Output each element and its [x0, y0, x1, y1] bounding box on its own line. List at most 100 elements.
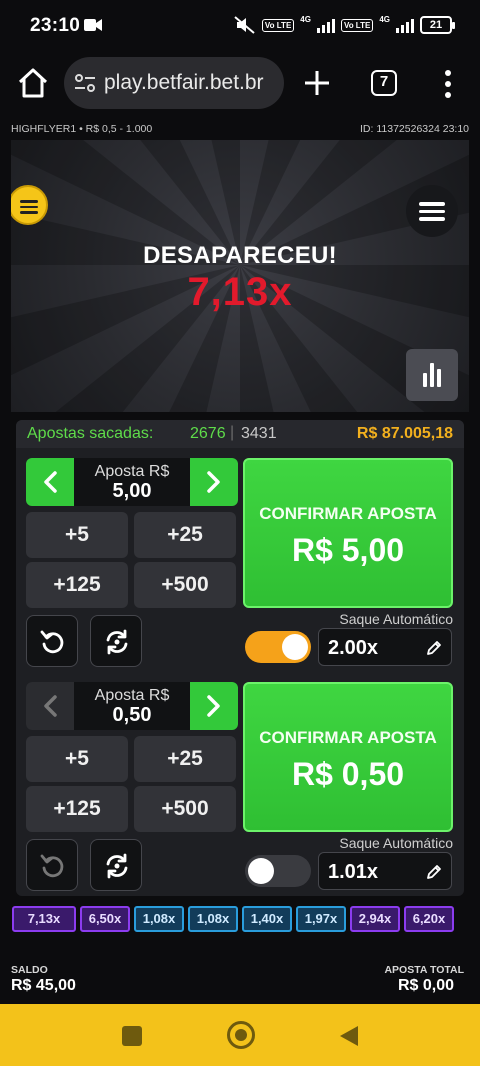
undo-icon	[40, 854, 64, 878]
hamburger-menu-button[interactable]	[406, 185, 458, 237]
auto-cashout-label: Saque Automático	[339, 835, 453, 851]
bet-slot-2: Aposta R$ 0,50 +5 +25 +125 +500 CONFIRMA…	[16, 680, 464, 904]
quick-add-500-button[interactable]: +500	[134, 786, 236, 832]
history-chip: 2,94x	[350, 906, 400, 932]
auto-cashout-value: 2.00x	[328, 637, 379, 659]
confirm-bet-amount: R$ 5,00	[291, 532, 405, 568]
network-type-2: 4G	[379, 14, 390, 24]
round-result-title: DESAPARECEU!	[143, 242, 337, 269]
auto-cashout-toggle[interactable]	[245, 631, 311, 663]
url-text: play.betfair.bet.br	[104, 71, 264, 94]
stake-label: Aposta R$	[94, 463, 170, 480]
game-info-line: HIGHFLYER1 • R$ 0,5 - 1.000 ID: 11372526…	[0, 114, 480, 140]
pencil-icon[interactable]	[425, 863, 443, 881]
recent-apps-icon[interactable]	[122, 1026, 142, 1046]
cashout-label: Apostas sacadas:	[27, 425, 154, 442]
bar-chart-icon	[423, 363, 441, 387]
crash-multiplier: 7,13x	[187, 270, 293, 314]
game-name-limits: HIGHFLYER1 • R$ 0,5 - 1.000	[11, 123, 153, 135]
stake-value[interactable]: 0,50	[74, 704, 190, 727]
total-bet-value: R$ 0,00	[397, 977, 454, 994]
chevron-left-icon	[44, 695, 57, 717]
mute-icon	[234, 16, 255, 34]
total-bets: 3431	[241, 425, 277, 442]
auto-cashout-input[interactable]: 2.00x	[318, 628, 452, 666]
history-chip: 7,13x	[12, 906, 76, 932]
confirm-bet-button[interactable]: CONFIRMAR APOSTA R$ 0,50	[243, 682, 453, 832]
increase-stake-button[interactable]	[190, 458, 238, 506]
history-chip: 6,50x	[80, 906, 130, 932]
confirm-bet-label: CONFIRMAR APOSTA	[259, 504, 437, 523]
auto-cashout-value: 1.01x	[328, 861, 379, 883]
repeat-icon	[106, 629, 128, 655]
total-money: R$ 87.005,18	[356, 425, 453, 442]
auto-bet-button[interactable]	[90, 615, 142, 667]
system-navigation-bar	[0, 1004, 480, 1066]
balance-footer: SALDO R$ 45,00 APOSTA TOTAL R$ 0,00	[0, 958, 480, 1004]
auto-cashout-input[interactable]: 1.01x	[318, 852, 452, 890]
confirm-bet-button[interactable]: CONFIRMAR APOSTA R$ 5,00	[243, 458, 453, 608]
auto-bet-button[interactable]	[90, 839, 142, 891]
bet-slot-1: Aposta R$ 5,00 +5 +25 +125 +500 CONFIRMA…	[16, 456, 464, 680]
quick-add-5-button[interactable]: +5	[26, 512, 128, 558]
history-chip: 1,40x	[242, 906, 292, 932]
home-icon[interactable]	[16, 66, 50, 100]
quick-add-500-button[interactable]: +500	[134, 562, 236, 608]
quick-add-5-button[interactable]: +5	[26, 736, 128, 782]
bet-panel: Apostas sacadas: 2676 | 3431 R$ 87.005,1…	[16, 420, 464, 896]
quick-add-125-button[interactable]: +125	[26, 786, 128, 832]
battery-icon: 21	[420, 16, 455, 34]
clock: 23:10	[30, 15, 81, 36]
history-chip: 1,08x	[134, 906, 184, 932]
pencil-icon[interactable]	[425, 639, 443, 657]
decrease-stake-button[interactable]	[26, 458, 74, 506]
undo-icon	[40, 630, 64, 654]
signal-icon	[396, 17, 414, 33]
history-chip: 1,97x	[296, 906, 346, 932]
balance-value: R$ 45,00	[11, 977, 76, 994]
confirm-bet-label: CONFIRMAR APOSTA	[259, 728, 437, 747]
history-chip: 1,08x	[188, 906, 238, 932]
home-circle-icon[interactable]	[227, 1021, 255, 1049]
quick-add-125-button[interactable]: +125	[26, 562, 128, 608]
network-type-1: 4G	[300, 14, 311, 24]
history-chip: 6,20x	[404, 906, 454, 932]
stake-value[interactable]: 5,00	[74, 480, 190, 503]
status-icons: Vo LTE 4G Vo LTE 4G 21	[234, 14, 455, 34]
stake-label: Aposta R$	[94, 687, 170, 704]
chevron-left-icon	[44, 471, 57, 493]
browser-toolbar: play.betfair.bet.br 7	[0, 52, 480, 114]
game-canvas: DESAPARECEU! 7,13x	[11, 140, 469, 412]
undo-button[interactable]	[26, 839, 78, 891]
separator: |	[230, 424, 235, 441]
cashout-count: 2676	[190, 425, 226, 442]
volte-badge-2: Vo LTE	[340, 18, 374, 32]
stake-input[interactable]: Aposta R$ 0,50	[26, 682, 238, 730]
auto-cashout-label: Saque Automático	[339, 611, 453, 627]
total-bet-label: APOSTA TOTAL	[384, 964, 464, 976]
stake-input[interactable]: Aposta R$ 5,00	[26, 458, 238, 506]
balance-label: SALDO	[11, 964, 48, 976]
address-bar[interactable]: play.betfair.bet.br	[64, 57, 284, 109]
quick-add-25-button[interactable]: +25	[134, 736, 236, 782]
confirm-bet-amount: R$ 0,50	[291, 756, 405, 792]
increase-stake-button[interactable]	[190, 682, 238, 730]
repeat-icon	[106, 853, 128, 879]
round-id: ID: 11372526324 23:10	[360, 123, 469, 135]
tab-switcher-button[interactable]: 7	[371, 70, 397, 96]
undo-button[interactable]	[26, 615, 78, 667]
status-bar: 23:10 Vo LTE 4G Vo LTE 4G 21	[0, 0, 480, 52]
quick-add-25-button[interactable]: +25	[134, 512, 236, 558]
statistics-button[interactable]	[406, 349, 458, 401]
new-tab-icon[interactable]	[300, 66, 334, 100]
chevron-right-icon	[207, 695, 220, 717]
more-options-icon[interactable]	[438, 68, 458, 100]
back-icon[interactable]	[338, 1024, 360, 1048]
chevron-right-icon	[207, 471, 220, 493]
auto-cashout-toggle[interactable]	[245, 855, 311, 887]
multiplier-history[interactable]: 7,13x 6,50x 1,08x 1,08x 1,40x 1,97x 2,94…	[12, 906, 480, 934]
site-settings-icon[interactable]	[74, 73, 96, 93]
volte-badge-1: Vo LTE	[261, 18, 295, 32]
signal-icon	[316, 17, 335, 33]
decrease-stake-button[interactable]	[26, 682, 74, 730]
